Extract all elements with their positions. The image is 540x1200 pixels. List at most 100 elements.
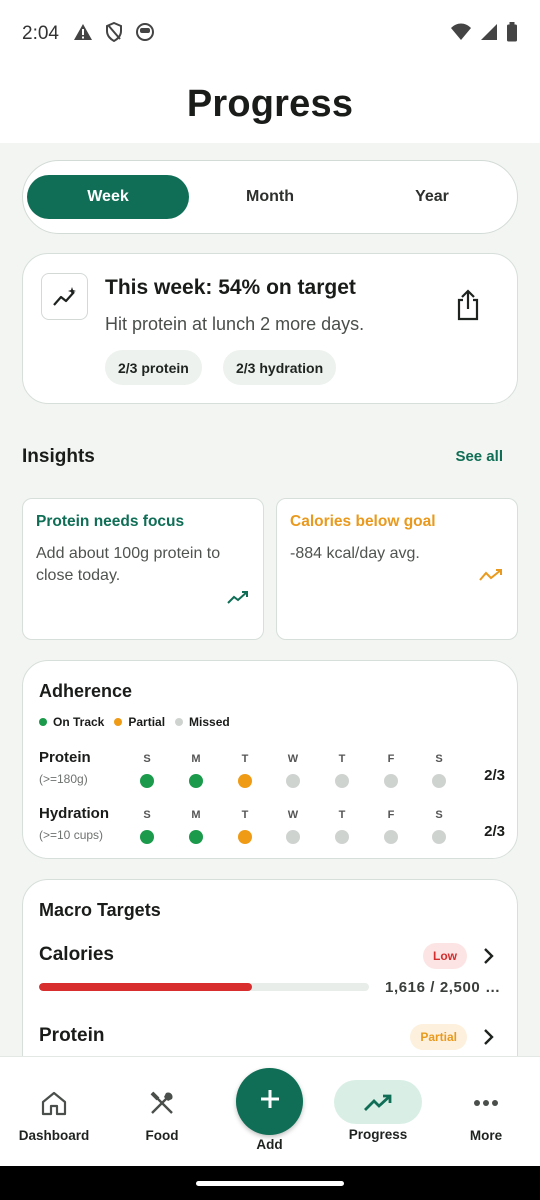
- nav-more[interactable]: More: [432, 1057, 540, 1167]
- calories-value: 1,616 / 2,500 kcal: [385, 979, 505, 996]
- adherence-day: T: [237, 809, 253, 844]
- status-dot: [432, 774, 446, 788]
- trending-up-icon: [363, 1089, 393, 1117]
- add-label: Add: [256, 1137, 283, 1152]
- battery-icon: [506, 21, 518, 47]
- segment-week[interactable]: Week: [27, 175, 189, 219]
- legend-missed: Missed: [175, 715, 230, 729]
- calories-progress-fill: [39, 983, 253, 991]
- status-dot: [384, 774, 398, 788]
- chevron-right-icon[interactable]: [483, 1028, 495, 1051]
- adherence-card: Adherence On Track Partial Missed Protei…: [22, 660, 518, 859]
- adherence-day: F: [383, 809, 399, 844]
- home-gesture-handle[interactable]: [196, 1181, 344, 1186]
- signal-icon: [480, 23, 498, 46]
- face-icon: [135, 22, 155, 47]
- status-dot: [286, 830, 300, 844]
- adherence-day: M: [188, 753, 204, 788]
- nav-label: Food: [145, 1128, 179, 1143]
- trend-up-icon: [227, 590, 249, 609]
- nav-label: Dashboard: [18, 1128, 90, 1143]
- wifi-icon: [450, 23, 472, 46]
- add-button[interactable]: [236, 1068, 303, 1135]
- status-dot: [238, 774, 252, 788]
- day-label: S: [435, 753, 443, 765]
- macro-name-protein: Protein: [39, 1025, 105, 1046]
- day-label: T: [241, 809, 249, 821]
- macro-name-calories: Calories: [39, 944, 114, 965]
- adherence-day: T: [334, 753, 350, 788]
- macro-targets-title: Macro Targets: [39, 900, 161, 920]
- nav-food[interactable]: Food: [108, 1057, 216, 1167]
- status-bar: 2:04: [0, 0, 540, 68]
- adherence-day: W: [285, 809, 301, 844]
- adherence-day: S: [431, 809, 447, 844]
- adherence-legend: On Track Partial Missed: [39, 715, 230, 729]
- adherence-metric-target: (>=180g): [39, 772, 88, 786]
- status-badge: Low: [423, 943, 467, 969]
- adherence-title: Adherence: [39, 681, 133, 701]
- insights-title: Insights: [22, 446, 95, 467]
- day-label: W: [287, 809, 299, 821]
- adherence-day: W: [285, 753, 301, 788]
- nav-label: More: [469, 1128, 503, 1143]
- hydration-chip: 2/3 hydration: [223, 350, 337, 385]
- adherence-row: Hydration (>=10 cups) S M T W T F S 2/3: [39, 805, 505, 851]
- protein-chip: 2/3 protein: [105, 350, 202, 385]
- chevron-right-icon[interactable]: [483, 947, 495, 970]
- day-label: T: [338, 809, 346, 821]
- nav-dashboard[interactable]: Dashboard: [0, 1057, 108, 1167]
- insight-title: Calories below goal: [290, 513, 436, 530]
- insight-body: Add about 100g protein to close today.: [36, 545, 221, 584]
- day-label: S: [143, 753, 151, 765]
- share-icon[interactable]: [455, 289, 481, 326]
- nav-label: Progress: [348, 1127, 408, 1142]
- status-dot: [335, 774, 349, 788]
- macro-targets-card: Macro Targets Calories Low 1,616 / 2,500…: [22, 879, 518, 1079]
- status-dot: [140, 830, 154, 844]
- day-label: M: [191, 809, 201, 821]
- day-label: F: [387, 753, 395, 765]
- adherence-day: T: [237, 753, 253, 788]
- day-label: M: [191, 753, 201, 765]
- fork-knife-icon: [148, 1089, 176, 1117]
- status-dot: [189, 830, 203, 844]
- shield-icon: [105, 21, 123, 47]
- trend-sparkle-icon: [41, 273, 88, 320]
- status-dot: [384, 830, 398, 844]
- warning-icon: [73, 23, 93, 46]
- adherence-day: M: [188, 809, 204, 844]
- status-dot: [335, 830, 349, 844]
- segment-month[interactable]: Month: [189, 175, 351, 219]
- status-dot: [432, 830, 446, 844]
- day-label: T: [338, 753, 346, 765]
- status-dot: [238, 830, 252, 844]
- summary-title: This week: 54% on target: [105, 276, 356, 299]
- system-nav-bar: [0, 1166, 540, 1200]
- more-horizontal-icon: [473, 1089, 499, 1117]
- page-title: Progress: [186, 83, 354, 125]
- summary-subtitle: Hit protein at lunch 2 more days.: [105, 314, 365, 334]
- status-dot: [140, 774, 154, 788]
- segment-year[interactable]: Year: [351, 175, 513, 219]
- home-icon: [40, 1089, 68, 1117]
- day-label: F: [387, 809, 395, 821]
- page-header: Progress: [0, 68, 540, 143]
- day-label: T: [241, 753, 249, 765]
- day-label: S: [435, 809, 443, 821]
- trend-up-icon: [479, 568, 503, 587]
- plus-icon: [258, 1087, 282, 1116]
- see-all-link[interactable]: See all: [455, 448, 503, 465]
- nav-progress[interactable]: Progress: [324, 1057, 432, 1167]
- adherence-score: 2/3: [484, 767, 505, 784]
- insight-title: Protein needs focus: [36, 513, 185, 530]
- day-label: W: [287, 753, 299, 765]
- status-dot: [286, 774, 300, 788]
- insight-card-protein[interactable]: Protein needs focus Add about 100g prote…: [22, 498, 264, 640]
- insight-body: -884 kcal/day avg.: [290, 545, 420, 562]
- day-label: S: [143, 809, 151, 821]
- insight-card-calories[interactable]: Calories below goal -884 kcal/day avg.: [276, 498, 518, 640]
- adherence-metric-name: Hydration: [39, 805, 110, 822]
- adherence-day: F: [383, 753, 399, 788]
- adherence-metric-target: (>=10 cups): [39, 828, 104, 842]
